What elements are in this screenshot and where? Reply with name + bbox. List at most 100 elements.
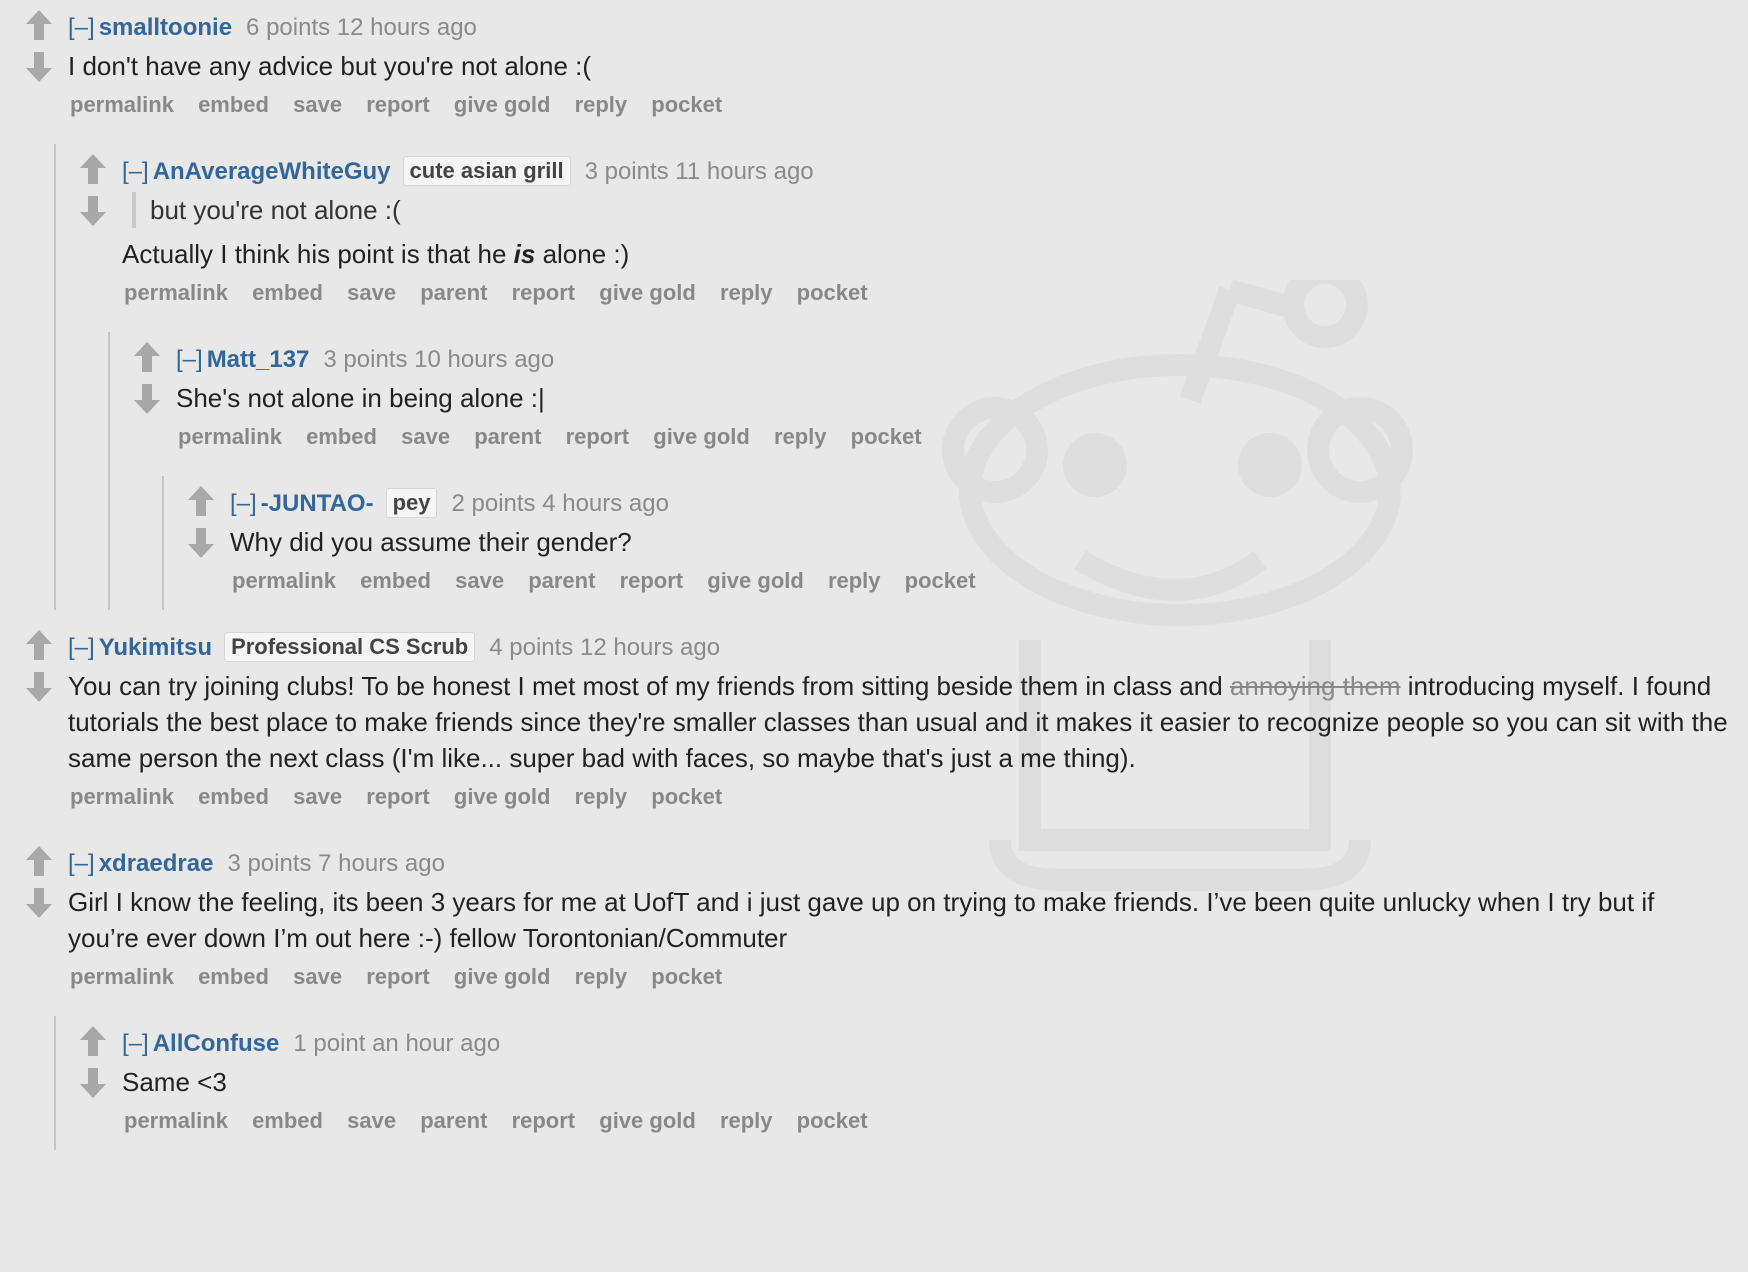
comment-body: You can try joining clubs! To be honest … [68,671,1728,773]
collapse-toggle[interactable]: [–] [68,14,95,41]
embed-button[interactable]: embed [252,280,323,305]
pocket-button[interactable]: pocket [797,1108,868,1133]
report-button[interactable]: report [366,92,430,117]
upvote-icon[interactable] [186,484,216,518]
pocket-button[interactable]: pocket [651,92,722,117]
comment: [–] xdraedrae 3 points 7 hours ago Girl I … [0,836,1748,1160]
author-link[interactable]: smalltoonie [99,14,232,41]
parent-button[interactable]: parent [528,568,595,593]
report-button[interactable]: report [512,280,576,305]
downvote-icon[interactable] [132,382,162,416]
score-time: 3 points 10 hours ago [323,346,555,373]
collapse-toggle[interactable]: [–] [122,158,149,185]
reply-button[interactable]: reply [720,1108,773,1133]
embed-button[interactable]: embed [252,1108,323,1133]
score-time: 4 points 12 hours ago [489,634,721,661]
embed-button[interactable]: embed [198,92,269,117]
vote-arrows [76,1024,110,1114]
give-gold-button[interactable]: give gold [599,1108,696,1133]
pocket-button[interactable]: pocket [851,424,922,449]
downvote-icon[interactable] [24,670,54,704]
save-button[interactable]: save [293,784,342,809]
downvote-icon[interactable] [78,194,108,228]
save-button[interactable]: save [347,280,396,305]
give-gold-button[interactable]: give gold [454,92,551,117]
report-button[interactable]: report [620,568,684,593]
embed-button[interactable]: embed [198,784,269,809]
pocket-button[interactable]: pocket [905,568,976,593]
reply-button[interactable]: reply [774,424,827,449]
save-button[interactable]: save [293,964,342,989]
downvote-icon[interactable] [24,886,54,920]
vote-arrows [22,844,56,934]
comment-body: Same <3 [122,1067,227,1097]
downvote-icon[interactable] [78,1066,108,1100]
user-flair: cute asian grill [402,156,571,186]
permalink-button[interactable]: permalink [70,784,174,809]
strikethrough-text: annoying them [1229,671,1401,701]
embed-button[interactable]: embed [306,424,377,449]
report-button[interactable]: report [366,784,430,809]
author-link[interactable]: xdraedrae [99,850,214,877]
reply-button[interactable]: reply [575,92,628,117]
report-button[interactable]: report [566,424,630,449]
save-button[interactable]: save [455,568,504,593]
collapse-toggle[interactable]: [–] [68,850,95,877]
give-gold-button[interactable]: give gold [454,964,551,989]
reply-button[interactable]: reply [575,784,628,809]
permalink-button[interactable]: permalink [70,92,174,117]
vote-arrows [22,8,56,98]
downvote-icon[interactable] [186,526,216,560]
pocket-button[interactable]: pocket [651,964,722,989]
give-gold-button[interactable]: give gold [653,424,750,449]
upvote-icon[interactable] [78,152,108,186]
permalink-button[interactable]: permalink [70,964,174,989]
comment-actions: permalink embed save parent report give … [176,416,1748,476]
author-link[interactable]: -JUNTAO- [261,490,374,517]
collapse-toggle[interactable]: [–] [122,1030,149,1057]
permalink-button[interactable]: permalink [178,424,282,449]
comment-actions: permalink embed save report give gold re… [68,776,1748,836]
author-link[interactable]: AnAverageWhiteGuy [153,158,391,185]
give-gold-button[interactable]: give gold [707,568,804,593]
comment-body: but you're not alone :( Actually I think… [122,192,1748,272]
comment: [–] smalltoonie 6 points 12 hours ago I do… [0,0,1748,620]
save-button[interactable]: save [347,1108,396,1133]
embed-button[interactable]: embed [360,568,431,593]
upvote-icon[interactable] [24,628,54,662]
vote-arrows [76,152,110,242]
pocket-button[interactable]: pocket [651,784,722,809]
user-flair: pey [385,488,438,518]
reply-button[interactable]: reply [720,280,773,305]
collapse-toggle[interactable]: [–] [68,634,95,661]
author-link[interactable]: AllConfuse [153,1030,280,1057]
comment-tagline: [–] AllConfuse 1 point an hour ago [122,1016,1748,1060]
permalink-button[interactable]: permalink [232,568,336,593]
save-button[interactable]: save [401,424,450,449]
give-gold-button[interactable]: give gold [599,280,696,305]
upvote-icon[interactable] [24,8,54,42]
report-button[interactable]: report [366,964,430,989]
parent-button[interactable]: parent [474,424,541,449]
permalink-button[interactable]: permalink [124,280,228,305]
pocket-button[interactable]: pocket [797,280,868,305]
reply-button[interactable]: reply [575,964,628,989]
author-link[interactable]: Yukimitsu [99,634,212,661]
upvote-icon[interactable] [132,340,162,374]
save-button[interactable]: save [293,92,342,117]
give-gold-button[interactable]: give gold [454,784,551,809]
author-link[interactable]: Matt_137 [207,346,310,373]
collapse-toggle[interactable]: [–] [230,490,257,517]
vote-arrows [22,628,56,718]
downvote-icon[interactable] [24,50,54,84]
parent-button[interactable]: parent [420,280,487,305]
collapse-toggle[interactable]: [–] [176,346,203,373]
embed-button[interactable]: embed [198,964,269,989]
upvote-icon[interactable] [24,844,54,878]
comment-tagline: [–] Yukimitsu Professional CS Scrub 4 point… [68,620,1748,664]
parent-button[interactable]: parent [420,1108,487,1133]
report-button[interactable]: report [512,1108,576,1133]
reply-button[interactable]: reply [828,568,881,593]
upvote-icon[interactable] [78,1024,108,1058]
permalink-button[interactable]: permalink [124,1108,228,1133]
